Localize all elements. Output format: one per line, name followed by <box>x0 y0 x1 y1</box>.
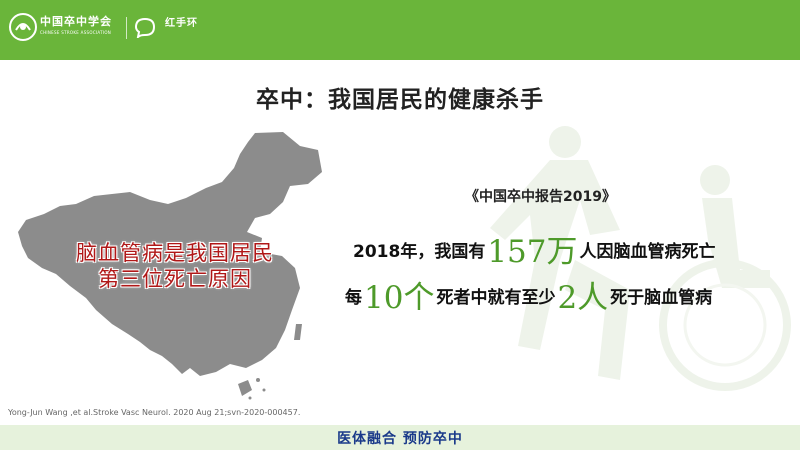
footer-bar: 医体融合 预防卒中 <box>0 425 800 450</box>
stat2-highlight2: 2人 <box>557 280 609 316</box>
stat2-prefix: 每 <box>345 288 362 308</box>
association-logo-icon <box>9 13 37 41</box>
partner-name: 红手环 <box>165 18 198 29</box>
stat-death-ratio: 每10个 死者中就有至少2人 死于脑血管病 <box>345 272 712 317</box>
stat1-prefix: 2018年，我国有 <box>353 242 486 262</box>
stat2-suffix: 死于脑血管病 <box>610 288 713 308</box>
stat2-highlight: 10个 <box>364 280 435 316</box>
map-caption: 脑血管病是我国居民 第三位死亡原因 <box>40 240 310 292</box>
red-hand-ring-logo-icon <box>134 17 156 38</box>
stat1-suffix: 人因脑血管病死亡 <box>579 242 716 262</box>
report-label: 《中国卒中报告2019》 <box>465 189 616 205</box>
slide: 中国卒中学会 CHINESE STROKE ASSOCIATION 红手环 卒中… <box>0 0 800 450</box>
org-subtitle: CHINESE STROKE ASSOCIATION <box>40 30 112 35</box>
citation: Yong-Jun Wang ,et al.Stroke Vasc Neurol.… <box>8 408 301 417</box>
header-bar: 中国卒中学会 CHINESE STROKE ASSOCIATION 红手环 <box>0 0 800 60</box>
stat2-middle: 死者中就有至少 <box>436 288 556 308</box>
stat-deaths-2018: 2018年，我国有157万 人因脑血管病死亡 <box>353 226 716 271</box>
header-divider <box>126 17 127 39</box>
map-caption-line2: 第三位死亡原因 <box>98 267 252 291</box>
stat1-highlight: 157万 <box>487 234 578 270</box>
map-caption-line1: 脑血管病是我国居民 <box>76 241 274 265</box>
footer-slogan: 医体融合 预防卒中 <box>337 431 463 447</box>
page-title: 卒中：我国居民的健康杀手 <box>256 87 544 113</box>
org-name: 中国卒中学会 <box>40 15 112 28</box>
